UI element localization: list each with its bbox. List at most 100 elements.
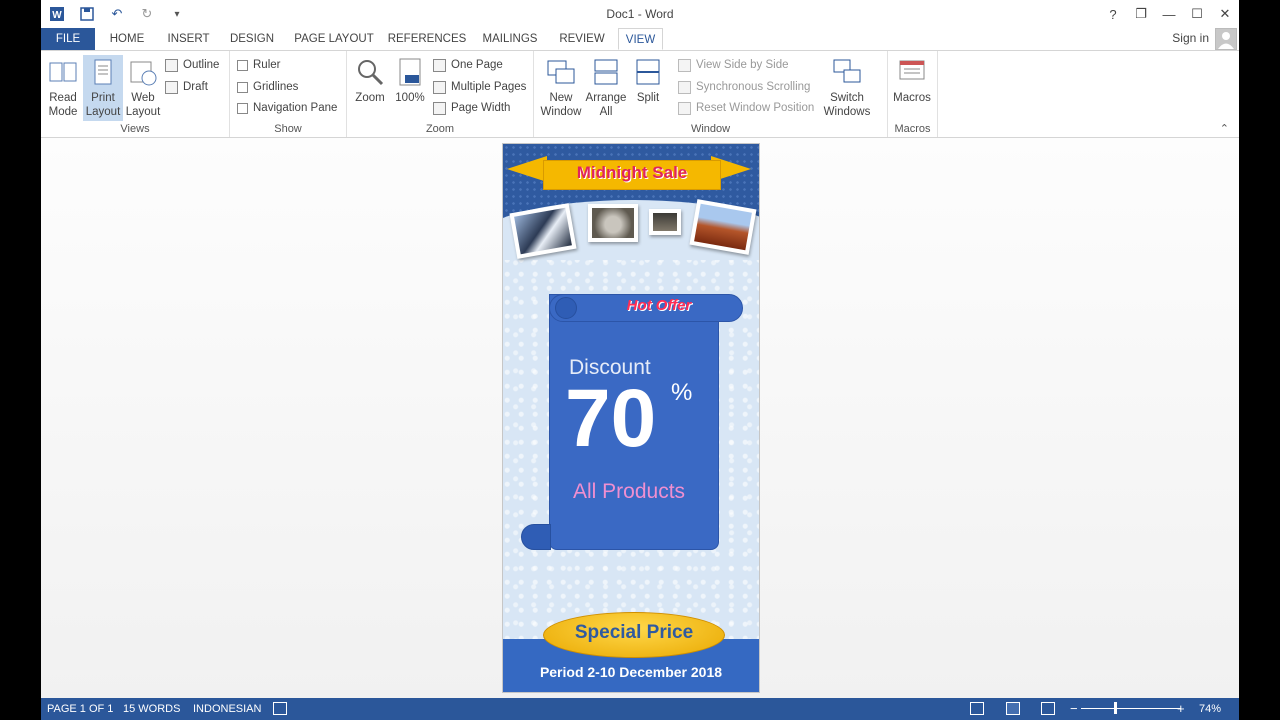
zoom-100-button[interactable]: 100%: [390, 55, 430, 121]
zoom-slider-thumb[interactable]: [1114, 702, 1117, 714]
avatar[interactable]: [1215, 28, 1237, 50]
switch-windows-label: Switch Windows: [823, 92, 871, 118]
macros-group: Macros Macros: [888, 51, 938, 137]
tab-insert[interactable]: INSERT: [161, 28, 216, 50]
side-by-side-icon: [678, 58, 691, 72]
minimize-button[interactable]: —: [1155, 0, 1183, 28]
help-button[interactable]: ?: [1099, 0, 1127, 28]
read-mode-button[interactable]: Read Mode: [43, 55, 83, 121]
ribbon-tabs: FILE HOME INSERT DESIGN PAGE LAYOUT REFE…: [41, 28, 1239, 50]
ruler-check-icon[interactable]: [237, 59, 248, 71]
zoom-level[interactable]: 74%: [1199, 703, 1221, 715]
zoom-out-button[interactable]: −: [1070, 701, 1078, 716]
web-layout-view-icon[interactable]: [1041, 702, 1055, 715]
tab-home[interactable]: HOME: [101, 28, 153, 50]
koala-photo[interactable]: [588, 204, 638, 242]
multiple-pages-icon: [433, 80, 446, 94]
read-mode-view-icon[interactable]: [970, 702, 984, 715]
macros-icon: [897, 57, 927, 87]
synchronous-scrolling-button[interactable]: Synchronous Scrolling: [678, 78, 810, 96]
document-area[interactable]: Midnight Sale Hot Offer Discount 70 % Al…: [41, 138, 1239, 698]
split-icon: [633, 57, 663, 87]
ruler-checkbox[interactable]: Ruler: [237, 56, 280, 74]
zoom-in-button[interactable]: +: [1177, 701, 1185, 716]
ribbon-display-options-button[interactable]: ❐: [1127, 0, 1155, 28]
tab-file[interactable]: FILE: [41, 28, 95, 50]
split-button[interactable]: Split: [628, 55, 668, 121]
zoom-group-label: Zoom: [425, 123, 455, 135]
tab-view[interactable]: VIEW: [618, 28, 663, 50]
arrange-all-icon: [591, 57, 621, 87]
draft-button[interactable]: Draft: [165, 78, 208, 96]
tab-mailings[interactable]: MAILINGS: [477, 28, 543, 50]
switch-windows-button[interactable]: Switch Windows: [822, 55, 872, 121]
tab-references[interactable]: REFERENCES: [387, 28, 467, 50]
arrange-all-button[interactable]: Arrange All: [585, 55, 627, 121]
tab-page-layout[interactable]: PAGE LAYOUT: [289, 28, 379, 50]
gridlines-check-icon[interactable]: [237, 81, 248, 93]
discount-amount: 70: [565, 373, 657, 464]
special-price-text: Special Price: [574, 622, 694, 643]
word-window: W ↶ ↻ ▾ Doc1 - Word ? ❐ — ☐ ✕ FILE HOME …: [41, 0, 1239, 720]
zoom-label: Zoom: [355, 92, 385, 104]
reset-window-position-button[interactable]: Reset Window Position: [678, 99, 814, 117]
document-page[interactable]: Midnight Sale Hot Offer Discount 70 % Al…: [502, 143, 760, 693]
title-bar: W ↶ ↻ ▾ Doc1 - Word ? ❐ — ☐ ✕: [41, 0, 1239, 28]
outline-button[interactable]: Outline: [165, 56, 219, 74]
close-button[interactable]: ✕: [1211, 0, 1239, 28]
synchronous-scrolling-label: Synchronous Scrolling: [696, 81, 811, 93]
ruler-label: Ruler: [253, 59, 281, 71]
small-photo[interactable]: [649, 209, 681, 235]
one-page-button[interactable]: One Page: [433, 56, 503, 74]
view-side-by-side-button[interactable]: View Side by Side: [678, 56, 788, 74]
new-window-label: New Window: [540, 92, 582, 118]
page-width-button[interactable]: Page Width: [433, 99, 510, 117]
tab-design[interactable]: DESIGN: [225, 28, 279, 50]
zoom-100-label: 100%: [395, 92, 425, 104]
zoom-slider[interactable]: [1081, 708, 1181, 709]
new-window-button[interactable]: New Window: [540, 55, 582, 121]
tab-review[interactable]: REVIEW: [553, 28, 611, 50]
macros-label: Macros: [893, 92, 931, 104]
zoom-button[interactable]: Zoom: [350, 55, 390, 121]
one-page-icon: [433, 58, 446, 72]
navigation-pane-checkbox[interactable]: Navigation Pane: [237, 99, 337, 117]
macros-button[interactable]: Macros: [892, 55, 932, 121]
switch-windows-icon: [832, 57, 862, 87]
multiple-pages-button[interactable]: Multiple Pages: [433, 78, 526, 96]
language-indicator[interactable]: INDONESIAN: [193, 703, 261, 715]
word-count[interactable]: 15 WORDS: [123, 703, 180, 715]
page-count[interactable]: PAGE 1 OF 1: [47, 703, 113, 715]
reset-window-position-label: Reset Window Position: [696, 102, 815, 114]
navigation-pane-label: Navigation Pane: [253, 102, 338, 114]
book-icon: [48, 57, 78, 87]
print-layout-view-icon[interactable]: [1006, 702, 1020, 715]
print-layout-icon: [88, 57, 118, 87]
collapse-ribbon-icon[interactable]: ⌃: [1220, 122, 1229, 135]
read-mode-label: Read Mode: [48, 92, 78, 118]
maximize-button[interactable]: ☐: [1183, 0, 1211, 28]
gridlines-label: Gridlines: [253, 81, 299, 93]
window-controls: ? ❐ — ☐ ✕: [1099, 0, 1239, 28]
show-group: Ruler Gridlines Navigation Pane Show: [230, 51, 347, 137]
proofing-icon[interactable]: [273, 702, 287, 715]
banner-title: Midnight Sale: [576, 163, 688, 182]
print-layout-button[interactable]: Print Layout: [83, 55, 123, 121]
gridlines-checkbox[interactable]: Gridlines: [237, 78, 298, 96]
window-title: Doc1 - Word: [606, 7, 674, 21]
synchronous-scrolling-icon: [678, 80, 691, 94]
web-layout-label: Web Layout: [125, 92, 161, 118]
navigation-pane-check-icon[interactable]: [237, 102, 248, 114]
scroll-bottom-roll: [521, 524, 551, 550]
banner-left-tail: [507, 156, 547, 182]
web-layout-button[interactable]: Web Layout: [123, 55, 163, 121]
all-products-text: All Products: [573, 480, 686, 503]
reset-window-position-icon: [678, 101, 691, 115]
window-group-label: Window: [690, 123, 731, 135]
new-window-icon: [546, 57, 576, 87]
left-letterbox: [0, 0, 41, 720]
sign-in-link[interactable]: Sign in: [1172, 31, 1209, 45]
split-label: Split: [636, 92, 660, 104]
magnifier-icon: [355, 57, 385, 87]
percent-sign: %: [671, 379, 693, 406]
